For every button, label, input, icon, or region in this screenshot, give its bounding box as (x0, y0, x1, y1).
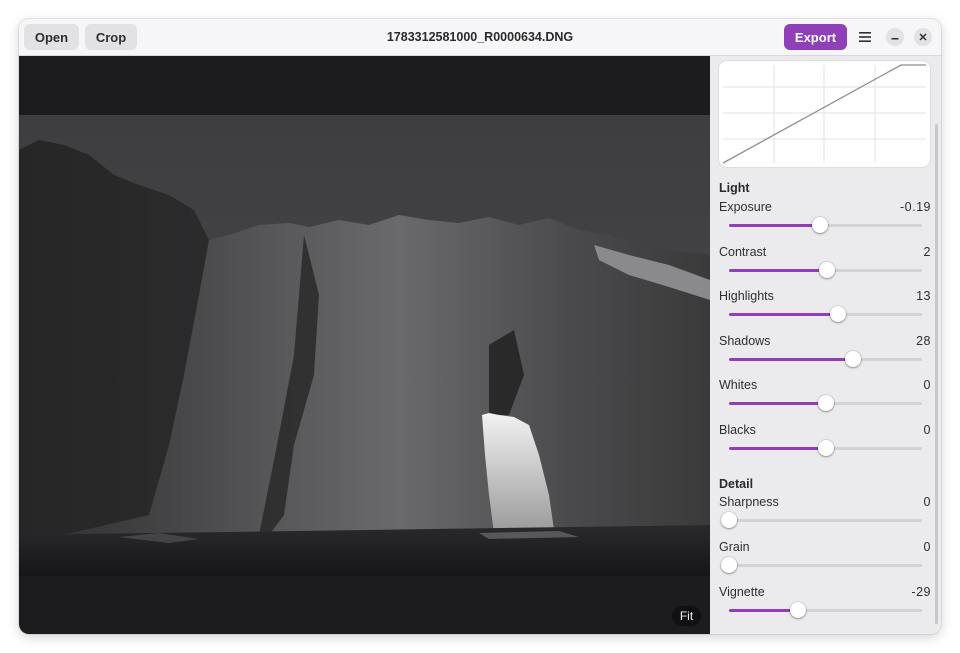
slider-thumb[interactable] (811, 217, 828, 233)
close-icon (919, 33, 927, 41)
whites-slider[interactable] (729, 395, 922, 411)
crop-button[interactable]: Crop (85, 24, 137, 50)
adjustment-value: 0 (923, 378, 931, 392)
contrast-adjustment: Contrast 2 (719, 245, 931, 287)
adjustment-label: Exposure (719, 200, 772, 214)
fit-button[interactable]: Fit (672, 606, 701, 626)
contrast-slider[interactable] (729, 262, 922, 278)
app-window: Open Crop 1783312581000_R0000634.DNG Exp… (19, 19, 941, 634)
adjustment-label: Sharpness (719, 495, 779, 509)
export-button[interactable]: Export (784, 24, 847, 50)
adjustment-label: Whites (719, 378, 758, 392)
adjustment-value: -0.19 (900, 200, 931, 214)
slider-fill (729, 402, 826, 405)
slider-fill (729, 447, 826, 450)
sharpness-slider[interactable] (721, 512, 922, 528)
adjustment-label: Vignette (719, 585, 765, 599)
whites-adjustment: Whites 0 (719, 378, 931, 420)
exposure-slider[interactable] (729, 217, 922, 233)
tone-curve[interactable] (719, 61, 930, 167)
photo-preview (19, 115, 710, 576)
adjustment-value: 28 (916, 334, 931, 348)
header-bar: Open Crop 1783312581000_R0000634.DNG Exp… (19, 19, 941, 56)
slider-thumb[interactable] (819, 262, 836, 278)
window-title: 1783312581000_R0000634.DNG (386, 30, 574, 44)
adjustment-label: Highlights (719, 289, 774, 303)
adjustment-value: -29 (911, 585, 931, 599)
adjustment-label: Grain (719, 540, 750, 554)
adjustment-value: 2 (923, 245, 931, 259)
slider-thumb[interactable] (844, 351, 861, 367)
open-button[interactable]: Open (24, 24, 79, 50)
vignette-slider[interactable] (729, 602, 922, 618)
slider-fill (729, 358, 853, 361)
exposure-adjustment: Exposure -0.19 (719, 200, 931, 242)
adjustment-value: 13 (916, 289, 931, 303)
image-canvas[interactable]: Fit (19, 56, 710, 634)
minimize-button[interactable] (886, 28, 904, 46)
adjustment-label: Shadows (719, 334, 771, 348)
main-menu-button[interactable] (852, 24, 878, 50)
panel-scrollbar[interactable] (935, 124, 938, 624)
slider-thumb[interactable] (721, 557, 737, 573)
sharpness-adjustment: Sharpness 0 (719, 495, 931, 537)
slider-fill (729, 269, 828, 272)
slider-fill (729, 313, 839, 316)
slider-thumb[interactable] (830, 306, 847, 322)
adjustment-value: 0 (923, 495, 931, 509)
adjustments-panel: Light Exposure -0.19 Contrast 2 Highligh… (710, 56, 941, 634)
vignette-adjustment: Vignette -29 (719, 585, 931, 627)
blacks-slider[interactable] (729, 440, 922, 456)
slider-thumb[interactable] (721, 512, 737, 528)
grain-slider[interactable] (721, 557, 922, 573)
close-button[interactable] (914, 28, 932, 46)
tone-curve-graph (722, 64, 926, 164)
adjustment-label: Contrast (719, 245, 767, 259)
highlights-slider[interactable] (729, 306, 922, 322)
light-section-title: Light (719, 181, 750, 195)
shadows-slider[interactable] (729, 351, 922, 367)
slider-fill (729, 224, 820, 227)
hamburger-menu-icon (859, 32, 871, 42)
highlights-adjustment: Highlights 13 (719, 289, 931, 331)
adjustment-value: 0 (923, 423, 931, 437)
slider-thumb[interactable] (817, 440, 834, 456)
slider-fill (729, 609, 798, 612)
adjustment-value: 0 (923, 540, 931, 554)
slider-thumb[interactable] (817, 395, 834, 411)
detail-section-title: Detail (719, 477, 754, 491)
shadows-adjustment: Shadows 28 (719, 334, 931, 376)
adjustment-label: Blacks (719, 423, 756, 437)
blacks-adjustment: Blacks 0 (719, 423, 931, 465)
slider-thumb[interactable] (789, 602, 806, 618)
minimize-icon (891, 38, 899, 40)
grain-adjustment: Grain 0 (719, 540, 931, 582)
